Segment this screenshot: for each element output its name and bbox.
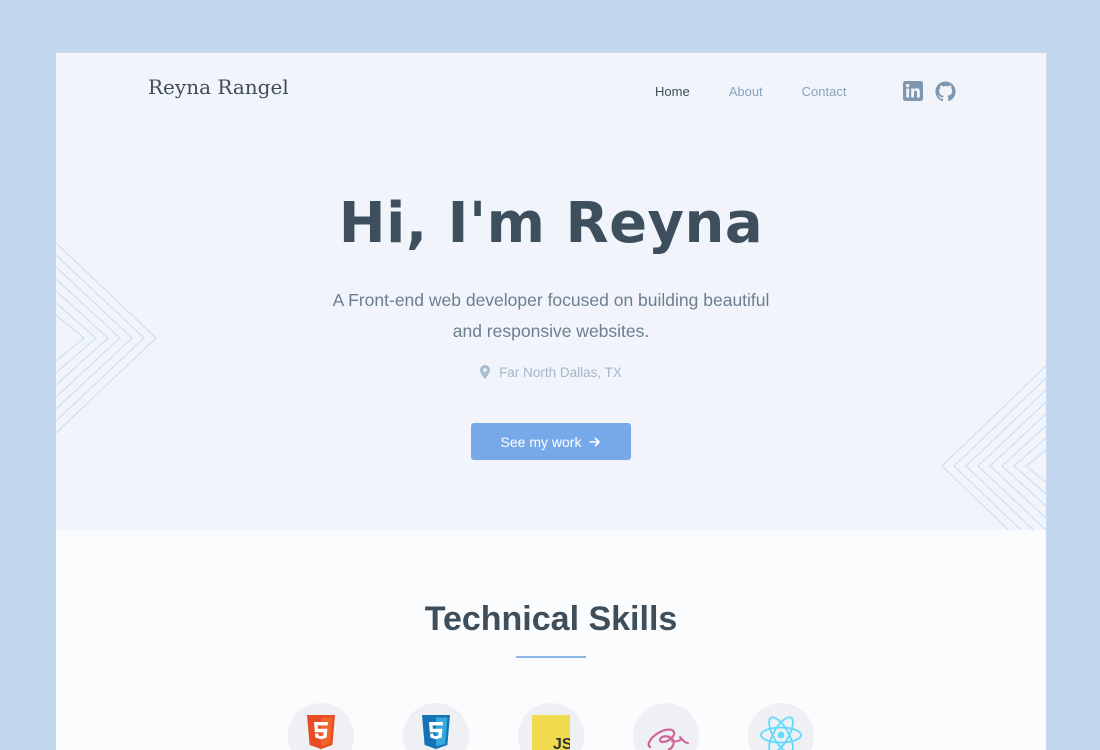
map-pin-icon (480, 365, 491, 379)
technical-skills-section: Technical Skills JS (56, 530, 1046, 750)
skills-title: Technical Skills (424, 600, 678, 638)
sass-icon (633, 703, 699, 750)
cta-label: See my work (500, 433, 582, 450)
hero-section: Reyna Rangel Home About Contact Hi, I'm … (56, 53, 1046, 530)
nav-about-link[interactable]: About (729, 84, 763, 99)
skill-icon-list: JS (288, 703, 814, 750)
linkedin-icon[interactable] (903, 81, 923, 101)
main-nav: Home About Contact (655, 84, 885, 99)
title-underline (516, 656, 586, 658)
github-icon[interactable] (935, 81, 956, 102)
location: Far North Dallas, TX (56, 365, 1046, 380)
hero-title: Hi, I'm Reyna (338, 191, 764, 256)
arrow-right-icon (589, 437, 601, 446)
nav-contact-link[interactable]: Contact (802, 84, 847, 99)
html5-icon (288, 703, 354, 750)
hero-subtitle: A Front-end web developer focused on bui… (332, 290, 770, 341)
css3-icon (403, 703, 469, 750)
svg-text:JS: JS (553, 736, 570, 750)
social-links (903, 81, 956, 102)
see-my-work-button[interactable]: See my work (471, 423, 631, 460)
javascript-icon: JS (518, 703, 584, 750)
brand-logo[interactable]: Reyna Rangel (148, 75, 289, 99)
right-chevron-decoration (941, 365, 1046, 530)
left-chevron-decoration (56, 242, 157, 434)
portfolio-page: Reyna Rangel Home About Contact Hi, I'm … (56, 53, 1046, 750)
nav-home-link[interactable]: Home (655, 84, 690, 99)
location-text: Far North Dallas, TX (499, 365, 622, 380)
react-icon (748, 703, 814, 750)
